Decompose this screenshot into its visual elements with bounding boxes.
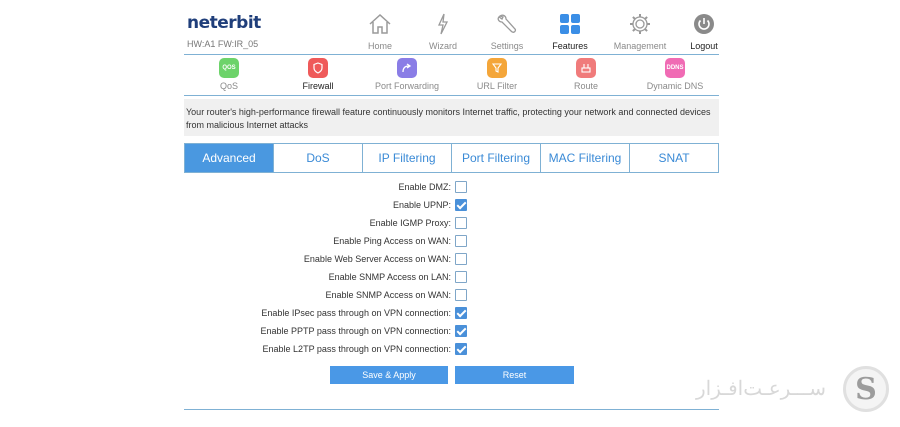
option-row: Enable UPNP: xyxy=(184,199,719,213)
subnav-divider xyxy=(184,95,719,96)
shield-icon xyxy=(308,58,328,78)
ddns-icon: DDNS xyxy=(665,58,685,78)
features-subnav: QOS QoS Firewall Port Forwarding URL Fil… xyxy=(184,58,719,94)
option-row: Enable DMZ: xyxy=(184,181,719,195)
footer-divider xyxy=(184,409,719,410)
watermark: ســـرعـت‌افـزار S xyxy=(692,366,892,416)
subnav-dynamic-dns-label: Dynamic DNS xyxy=(646,81,704,91)
main-nav: Home Wizard Settings Features Management… xyxy=(352,12,732,54)
option-row: Enable IPsec pass through on VPN connect… xyxy=(184,307,719,321)
router-icon xyxy=(576,58,596,78)
option-row: Enable Web Server Access on WAN: xyxy=(184,253,719,267)
watermark-text: ســـرعـت‌افـزار xyxy=(696,376,827,400)
nav-home-label: Home xyxy=(367,41,392,51)
firewall-tabs: Advanced DoS IP Filtering Port Filtering… xyxy=(184,143,719,173)
checkbox-snmp-lan[interactable] xyxy=(455,271,467,283)
wrench-icon xyxy=(497,14,517,34)
nav-wizard-label: Wizard xyxy=(428,41,457,51)
option-label-snmp-wan: Enable SNMP Access on WAN: xyxy=(325,290,451,300)
subnav-firewall[interactable]: Firewall xyxy=(273,58,363,91)
watermark-logo: S xyxy=(843,366,889,412)
option-label-snmp-lan: Enable SNMP Access on LAN: xyxy=(328,272,451,282)
logout-icon xyxy=(694,14,714,34)
checkbox-ping-wan[interactable] xyxy=(455,235,467,247)
option-row: Enable SNMP Access on LAN: xyxy=(184,271,719,285)
option-row: Enable PPTP pass through on VPN connecti… xyxy=(184,325,719,339)
checkbox-web-server-wan[interactable] xyxy=(455,253,467,265)
checkbox-l2tp[interactable] xyxy=(455,343,467,355)
checkbox-snmp-wan[interactable] xyxy=(455,289,467,301)
nav-logout[interactable]: Logout xyxy=(676,12,732,51)
tab-ip-filtering[interactable]: IP Filtering xyxy=(363,144,452,172)
checkbox-pptp[interactable] xyxy=(455,325,467,337)
save-apply-button[interactable]: Save & Apply xyxy=(330,366,448,384)
page-description: Your router's high-performance firewall … xyxy=(184,99,719,136)
forward-arrow-icon xyxy=(397,58,417,78)
reset-button[interactable]: Reset xyxy=(455,366,574,384)
house-icon xyxy=(369,13,391,34)
nav-features[interactable]: Features xyxy=(542,12,598,51)
subnav-port-forwarding[interactable]: Port Forwarding xyxy=(362,58,452,91)
option-label-dmz: Enable DMZ: xyxy=(398,182,451,192)
qos-icon: QOS xyxy=(219,58,239,78)
option-row: Enable SNMP Access on WAN: xyxy=(184,289,719,303)
subnav-route[interactable]: Route xyxy=(541,58,631,91)
option-row: Enable IGMP Proxy: xyxy=(184,217,719,231)
option-label-web-server-wan: Enable Web Server Access on WAN: xyxy=(303,254,451,264)
subnav-dynamic-dns[interactable]: DDNS Dynamic DNS xyxy=(630,58,720,91)
subnav-port-forwarding-label: Port Forwarding xyxy=(374,81,440,91)
header-divider xyxy=(184,54,719,55)
checkbox-igmp-proxy[interactable] xyxy=(455,217,467,229)
checkbox-ipsec[interactable] xyxy=(455,307,467,319)
checkbox-dmz[interactable] xyxy=(455,181,467,193)
option-label-igmp-proxy: Enable IGMP Proxy: xyxy=(369,218,451,228)
checkbox-upnp[interactable] xyxy=(455,199,467,211)
tab-snat[interactable]: SNAT xyxy=(630,144,718,172)
option-row: Enable L2TP pass through on VPN connecti… xyxy=(184,343,719,357)
subnav-route-label: Route xyxy=(573,81,599,91)
tab-advanced[interactable]: Advanced xyxy=(185,144,274,172)
subnav-qos-label: QoS xyxy=(219,81,238,91)
option-row: Enable Ping Access on WAN: xyxy=(184,235,719,249)
tab-mac-filtering[interactable]: MAC Filtering xyxy=(541,144,630,172)
grid-icon xyxy=(560,14,580,34)
wand-icon xyxy=(437,13,449,35)
funnel-icon xyxy=(487,58,507,78)
tab-dos[interactable]: DoS xyxy=(274,144,363,172)
hw-fw-version: HW:A1 FW:IR_05 xyxy=(187,39,259,49)
subnav-firewall-label: Firewall xyxy=(302,81,334,91)
nav-management-label: Management xyxy=(613,41,667,51)
tab-port-filtering[interactable]: Port Filtering xyxy=(452,144,541,172)
nav-logout-label: Logout xyxy=(690,41,718,51)
nav-features-label: Features xyxy=(552,41,588,51)
nav-management[interactable]: Management xyxy=(612,12,668,51)
gear-icon xyxy=(630,14,650,34)
option-label-l2tp: Enable L2TP pass through on VPN connecti… xyxy=(262,344,451,354)
nav-wizard[interactable]: Wizard xyxy=(415,12,471,51)
option-label-ping-wan: Enable Ping Access on WAN: xyxy=(333,236,451,246)
brand-block: neterbit HW:A1 FW:IR_05 xyxy=(187,12,267,50)
option-label-ipsec: Enable IPsec pass through on VPN connect… xyxy=(261,308,451,318)
nav-settings-label: Settings xyxy=(490,41,524,51)
subnav-qos[interactable]: QOS QoS xyxy=(184,58,274,91)
option-label-pptp: Enable PPTP pass through on VPN connecti… xyxy=(260,326,451,336)
option-label-upnp: Enable UPNP: xyxy=(392,200,451,210)
brand-logo[interactable]: neterbit xyxy=(187,12,267,34)
nav-home[interactable]: Home xyxy=(352,12,408,51)
subnav-url-filter[interactable]: URL Filter xyxy=(452,58,542,91)
subnav-url-filter-label: URL Filter xyxy=(476,81,518,91)
nav-settings[interactable]: Settings xyxy=(479,12,535,51)
